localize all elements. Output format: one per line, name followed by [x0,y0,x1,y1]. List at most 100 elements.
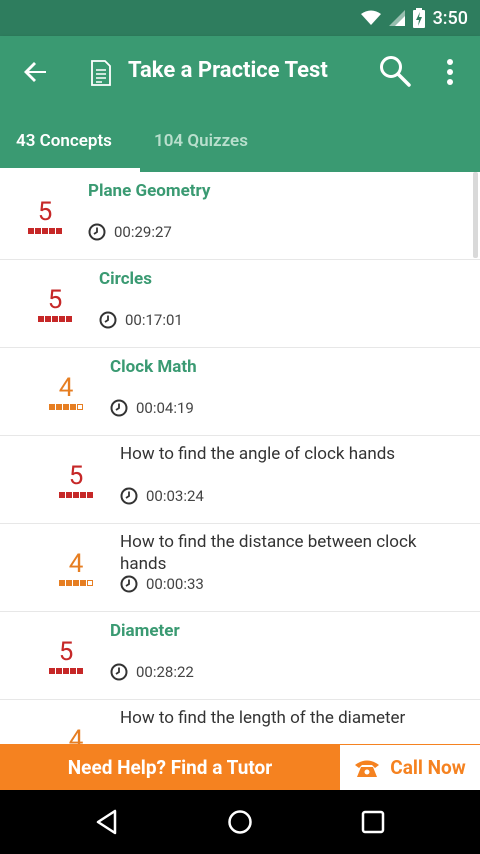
item-title: Circles [99,269,152,289]
time-value: 00:28:22 [136,663,194,681]
score-square [87,580,93,586]
score-square [73,580,79,586]
score-square [38,316,44,322]
item-time: 00:03:24 [120,487,204,505]
nav-back-icon[interactable] [93,808,121,836]
score-value: 4 [68,725,84,744]
status-time: 3:50 [432,7,468,29]
score-square [80,492,86,498]
score-bars [17,228,73,234]
tab-quizzes[interactable]: 104 Quizzes [154,130,248,152]
score-square [66,492,72,498]
score-square [70,668,76,674]
tab-bar: 43 Concepts 104 Quizzes [0,108,480,172]
score-square [66,580,72,586]
item-title: How to find the length of the diameter [120,708,406,728]
score-square [73,492,79,498]
score-bars [27,316,83,322]
clock-icon [120,575,138,593]
score-badge: 4 [48,550,104,586]
page-title: Take a Practice Test [128,58,328,83]
find-tutor-button[interactable]: Need Help? Find a Tutor [0,744,340,790]
list-scrollbar[interactable] [473,172,478,258]
list-item[interactable]: 5 Circles 00:17:01 [0,260,480,348]
score-square [56,404,62,410]
score-square [59,316,65,322]
score-square [52,316,58,322]
score-square [59,580,65,586]
score-value: 4 [58,373,74,403]
score-badge: 5 [17,198,73,234]
back-arrow-icon[interactable] [20,56,52,88]
item-title: Diameter [110,621,180,641]
score-bars [48,580,104,586]
score-square [70,404,76,410]
score-badge: 5 [38,638,94,674]
battery-charging-icon [412,8,425,28]
clock-icon [120,487,138,505]
item-time: 00:04:19 [110,399,194,417]
score-square [49,668,55,674]
call-now-label: Call Now [390,756,466,779]
score-value: 5 [47,285,63,315]
score-square [35,228,41,234]
score-square [42,228,48,234]
item-title: How to find the angle of clock hands [120,444,396,464]
score-square [49,228,55,234]
score-square [80,580,86,586]
document-icon [91,60,111,86]
item-title: How to find the distance between clock h… [120,532,417,574]
score-badge: 5 [27,286,83,322]
score-bars [38,668,94,674]
score-value: 5 [58,637,74,667]
list-item[interactable]: 5 Plane Geometry 00:29:27 [0,172,480,260]
more-options-icon[interactable] [438,56,462,88]
clock-icon [110,663,128,681]
time-value: 00:17:01 [125,311,183,329]
list-item[interactable]: 4 Clock Math 00:04:19 [0,348,480,436]
nav-recents-icon[interactable] [359,808,387,836]
wifi-icon [360,10,381,25]
time-value: 00:03:24 [146,487,204,505]
concept-list[interactable]: 5 Plane Geometry 00:29:27 5 Circles 00:1… [0,172,480,744]
tab-concepts[interactable]: 43 Concepts [16,130,112,152]
score-badge: 5 [48,462,104,498]
call-now-button[interactable]: Call Now [340,744,480,790]
tutor-banner: Need Help? Find a Tutor Call Now [0,744,480,790]
score-bars [38,404,94,410]
search-icon[interactable] [378,54,412,88]
list-item[interactable]: 4 How to find the length of the diameter [0,700,480,744]
score-square [63,668,69,674]
app-bar: Take a Practice Test [0,36,480,108]
list-item[interactable]: 4 How to find the distance between clock… [0,524,480,612]
score-square [45,316,51,322]
list-item[interactable]: 5 How to find the angle of clock hands 0… [0,436,480,524]
score-badge: 4 [48,726,104,744]
time-value: 00:00:33 [146,575,204,593]
phone-icon [355,760,380,777]
clock-icon [110,399,128,417]
item-time: 00:17:01 [99,311,183,329]
time-value: 00:04:19 [136,399,194,417]
score-value: 5 [37,197,53,227]
navigation-bar [0,790,480,854]
score-value: 5 [68,461,84,491]
score-square [59,492,65,498]
item-title: Clock Math [110,357,197,377]
signal-icon [388,10,405,26]
score-badge: 4 [38,374,94,410]
nav-home-icon[interactable] [226,808,254,836]
score-square [77,404,83,410]
score-bars [48,492,104,498]
clock-icon [99,311,117,329]
score-square [66,316,72,322]
status-bar: 3:50 [0,0,480,36]
item-title: Plane Geometry [88,181,211,201]
list-item[interactable]: 5 Diameter 00:28:22 [0,612,480,700]
score-square [87,492,93,498]
score-value: 4 [68,549,84,579]
score-square [56,668,62,674]
clock-icon [88,223,106,241]
score-square [49,404,55,410]
item-time: 00:28:22 [110,663,194,681]
